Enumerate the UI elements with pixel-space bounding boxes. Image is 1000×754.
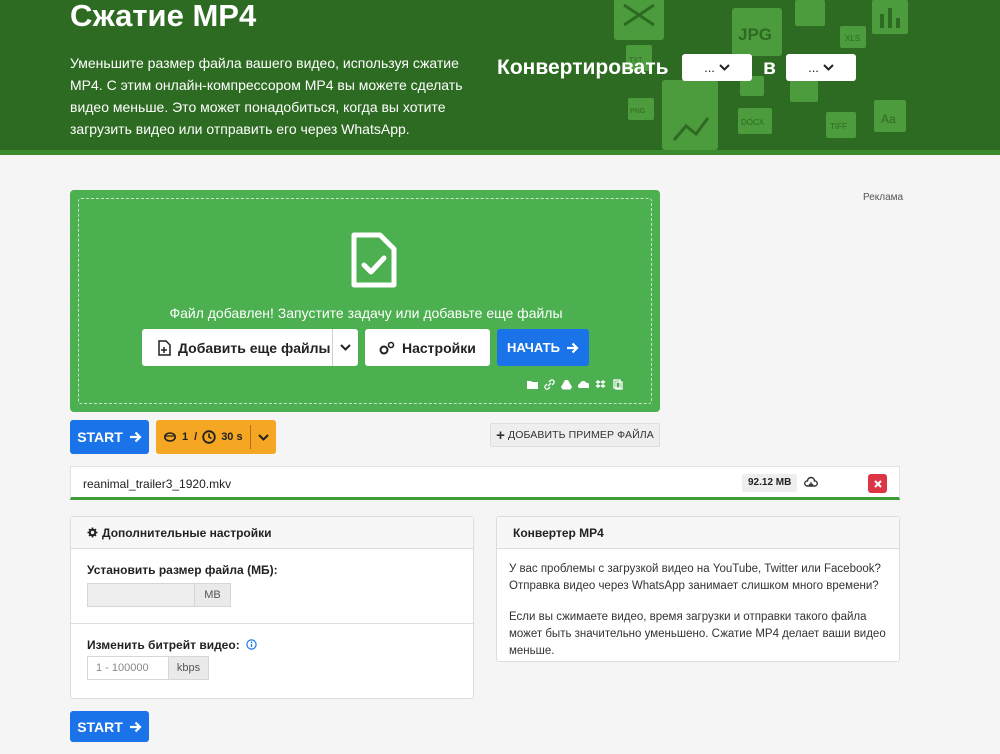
upload-area[interactable]: Файл добавлен! Запустите задачу или доба… (70, 190, 660, 412)
jpg-label: JPG (738, 25, 772, 44)
info-icon[interactable] (246, 639, 257, 650)
hero-bottom-stripe (0, 150, 1000, 155)
clock-icon (202, 430, 216, 444)
converter-info-panel: Конвертер MP4 У вас проблемы с загрузкой… (496, 516, 900, 662)
gear-icon (87, 527, 98, 538)
to-format-value: ... (808, 60, 819, 75)
file-size-input-group: MB (87, 583, 231, 666)
advanced-settings-header: Дополнительные настройки (71, 517, 473, 549)
chevron-down-icon[interactable] (340, 344, 351, 351)
converter-info-header: Конвертер MP4 (497, 517, 899, 549)
chevron-down-icon (823, 64, 834, 71)
bitrate-unit: kbps (169, 656, 209, 680)
add-file-icon (158, 339, 171, 356)
start-button-top[interactable]: START (70, 420, 149, 454)
usage-limit-button[interactable]: 1 / 30 s (156, 420, 276, 454)
file-count: 1 (182, 431, 189, 443)
to-label: в (763, 56, 776, 79)
button-separator (332, 329, 333, 366)
arrow-right-icon (129, 431, 142, 443)
close-icon (873, 479, 882, 488)
file-name: reanimal_trailer3_1920.mkv (83, 477, 232, 491)
file-list-item: reanimal_trailer3_1920.mkv 92.12 MB (70, 466, 900, 500)
hero-banner: JPG XLS TXT PNG DOCX TIFF Aa Сжатие MP4 … (0, 0, 1000, 155)
plus-icon: + (496, 426, 506, 444)
button-separator (250, 425, 251, 449)
file-size-label: Установить размер файла (МБ): (87, 563, 278, 577)
arrow-right-icon (129, 721, 142, 732)
page-title: Сжатие MP4 (70, 0, 257, 33)
docx-label: DOCX (741, 118, 765, 127)
file-check-icon (351, 232, 397, 288)
bitrate-input-group: 1 - 100000 kbps (87, 656, 209, 680)
tiff-label: TIFF (830, 122, 847, 131)
upload-source-icons (527, 379, 623, 390)
file-size-input[interactable] (87, 583, 195, 607)
settings-button[interactable]: Настройки (365, 329, 490, 366)
aa-label: Aa (881, 112, 896, 126)
chevron-down-icon[interactable] (258, 434, 269, 441)
onedrive-icon[interactable] (578, 379, 589, 390)
start-button-bottom[interactable]: START (70, 711, 149, 742)
advanced-settings-panel: Дополнительные настройки Установить разм… (70, 516, 474, 699)
start-label: START (77, 718, 123, 735)
drop-zone[interactable]: Файл добавлен! Запустите задачу или доба… (78, 198, 652, 404)
add-more-files-label: Добавить еще файлы (178, 339, 331, 356)
bitrate-label-text: Изменить битрейт видео: (87, 638, 240, 652)
xls-label: XLS (845, 34, 860, 43)
settings-label: Настройки (402, 339, 476, 356)
to-format-select[interactable]: ... (786, 54, 856, 81)
divider (71, 623, 473, 624)
file-size-badge: 92.12 MB (742, 474, 798, 492)
limit-separator: / (194, 431, 198, 443)
bitrate-input[interactable]: 1 - 100000 (87, 656, 169, 680)
time-limit: 30 s (221, 431, 243, 443)
add-more-files-button[interactable]: Добавить еще файлы (142, 329, 358, 366)
file-size-unit: MB (195, 583, 231, 607)
coin-icon (164, 432, 176, 442)
link-icon[interactable] (544, 379, 555, 390)
convert-label: Конвертировать (497, 56, 669, 79)
upload-status-message: Файл добавлен! Запустите задачу или доба… (169, 305, 563, 321)
clipboard-icon[interactable] (612, 379, 623, 390)
chevron-down-icon (719, 64, 730, 71)
ad-label: Реклама (863, 192, 904, 203)
start-task-button[interactable]: НАЧАТЬ (497, 329, 589, 366)
info-paragraph-1: У вас проблемы с загрузкой видео на YouT… (509, 563, 881, 592)
page-description: Уменьшите размер файла вашего видео, исп… (70, 55, 463, 137)
add-sample-file-label: ДОБАВИТЬ ПРИМЕР ФАЙЛА (508, 429, 654, 441)
google-drive-icon[interactable] (561, 379, 572, 390)
from-format-select[interactable]: ... (682, 54, 752, 81)
start-task-label: НАЧАТЬ (507, 340, 560, 355)
remove-file-button[interactable] (868, 474, 887, 493)
cloud-download-icon[interactable] (804, 476, 818, 490)
bitrate-label: Изменить битрейт видео: (87, 638, 257, 652)
arrow-right-icon (566, 342, 579, 353)
from-format-value: ... (704, 60, 715, 75)
start-label: START (77, 429, 123, 445)
info-paragraph-2: Если вы сжимаете видео, время загрузки и… (509, 611, 886, 657)
gears-icon (379, 341, 395, 354)
advanced-settings-title: Дополнительные настройки (102, 525, 272, 540)
add-sample-file-button[interactable]: + ДОБАВИТЬ ПРИМЕР ФАЙЛА (490, 423, 660, 447)
folder-icon[interactable] (527, 379, 538, 390)
png-label: PNG (630, 108, 645, 115)
dropbox-icon[interactable] (595, 379, 606, 390)
